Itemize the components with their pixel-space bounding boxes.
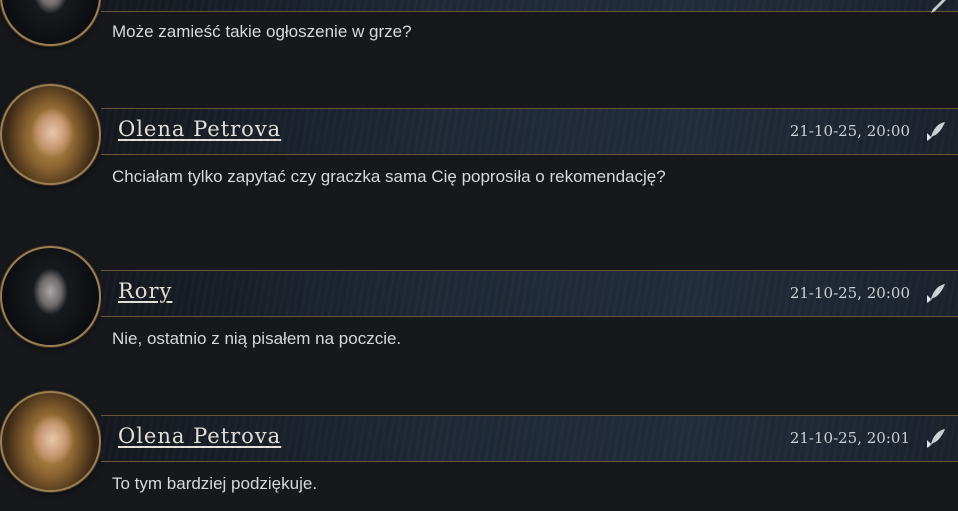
post-header: Olena Petrova 21-10-25, 20:00	[101, 108, 958, 155]
post-message: To tym bardziej podziękuje.	[112, 474, 318, 493]
avatar[interactable]	[0, 246, 101, 347]
post-message: Chciałam tylko zapytać czy graczka sama …	[112, 167, 666, 186]
author-name-link[interactable]: Olena Petrova	[118, 424, 281, 448]
author-name-link[interactable]: Olena Petrova	[118, 117, 281, 141]
post-timestamp: 21-10-25, 20:00	[789, 122, 910, 140]
post-message: Może zamieść takie ogłoszenie w grze?	[112, 22, 412, 41]
quill-icon[interactable]	[924, 281, 948, 305]
post-header	[101, 0, 958, 13]
post-header: Olena Petrova 21-10-25, 20:01	[101, 415, 958, 462]
quill-icon[interactable]	[924, 426, 948, 450]
post-timestamp: 21-10-25, 20:00	[789, 284, 910, 302]
quill-icon[interactable]	[924, 119, 948, 143]
avatar[interactable]	[0, 0, 101, 46]
avatar[interactable]	[0, 391, 101, 492]
post-timestamp: 21-10-25, 20:01	[789, 429, 910, 447]
avatar[interactable]	[0, 84, 101, 185]
quill-icon[interactable]	[924, 0, 948, 20]
post-header: Rory 21-10-25, 20:00	[101, 270, 958, 317]
post-message: Nie, ostatnio z nią pisałem na poczcie.	[112, 329, 402, 348]
author-name-link[interactable]: Rory	[118, 279, 172, 303]
